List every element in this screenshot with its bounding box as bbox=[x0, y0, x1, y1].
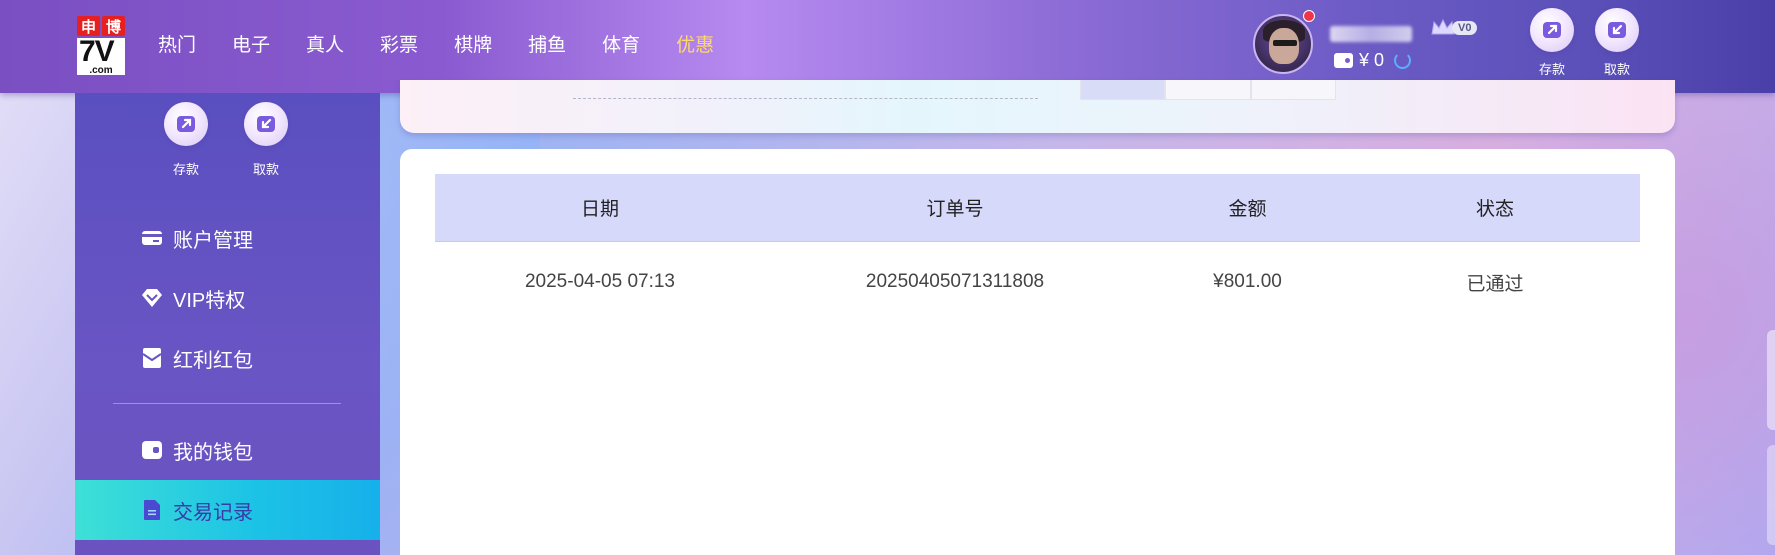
sidebar: 存款 取款 账户管理 VIP特权 红利红包 我的钱包 交易记录 bbox=[75, 93, 380, 555]
envelope-icon bbox=[141, 348, 163, 368]
vip-level: V0 bbox=[1452, 21, 1478, 35]
header-withdraw-button[interactable] bbox=[1595, 8, 1639, 52]
sidebar-item-wallet[interactable]: 我的钱包 bbox=[75, 420, 380, 480]
sidebar-withdraw-button[interactable] bbox=[244, 102, 288, 146]
card-icon bbox=[141, 228, 163, 248]
deposit-icon bbox=[1543, 22, 1561, 38]
sidebar-deposit-label: 存款 bbox=[172, 162, 199, 177]
nav-item-sports[interactable]: 体育 bbox=[602, 30, 640, 57]
wallet-icon bbox=[1334, 53, 1353, 68]
column-header-order: 订单号 bbox=[926, 199, 984, 220]
nav-item-live[interactable]: 真人 bbox=[306, 30, 344, 57]
transactions-table: 日期 订单号 金额 状态 2025-04-05 07:13 2025040507… bbox=[435, 174, 1640, 322]
vip-badge[interactable]: V0 bbox=[1430, 16, 1478, 40]
balance-value: ¥ 0 bbox=[1359, 50, 1385, 70]
wallet-icon bbox=[141, 440, 163, 460]
diamond-icon bbox=[141, 288, 163, 308]
sidebar-item-label: 账户管理 bbox=[173, 229, 253, 252]
main-nav: 热门 电子 真人 彩票 棋牌 捕鱼 体育 优惠 bbox=[158, 30, 750, 57]
column-header-status: 状态 bbox=[1475, 199, 1514, 220]
sidebar-divider bbox=[113, 403, 341, 404]
nav-item-promotions[interactable]: 优惠 bbox=[676, 30, 714, 57]
nav-item-slots[interactable]: 电子 bbox=[232, 30, 270, 57]
sidebar-deposit-button[interactable] bbox=[164, 102, 208, 146]
sidebar-item-transactions[interactable]: 交易记录 bbox=[75, 480, 380, 540]
column-header-amount: 金额 bbox=[1228, 199, 1267, 220]
deposit-icon bbox=[177, 116, 195, 132]
table-row[interactable]: 2025-04-05 07:13 20250405071311808 ¥801.… bbox=[435, 242, 1640, 322]
column-header-date: 日期 bbox=[580, 199, 619, 220]
header-deposit-button[interactable] bbox=[1530, 8, 1574, 52]
sidebar-item-account[interactable]: 账户管理 bbox=[75, 208, 380, 268]
dashed-divider bbox=[573, 98, 1038, 99]
logo-char-2: 博 bbox=[102, 16, 125, 36]
header-withdraw-label: 取款 bbox=[1603, 62, 1630, 77]
document-icon bbox=[141, 500, 163, 520]
nav-item-cards[interactable]: 棋牌 bbox=[454, 30, 492, 57]
filter-tabs bbox=[1080, 80, 1336, 100]
cell-status: 已通过 bbox=[1466, 273, 1524, 295]
sidebar-item-label: 我的钱包 bbox=[173, 441, 253, 464]
notification-dot bbox=[1303, 10, 1315, 22]
sidebar-item-label: 红利红包 bbox=[173, 349, 253, 372]
header-deposit-label: 存款 bbox=[1538, 62, 1565, 77]
avatar[interactable] bbox=[1253, 14, 1313, 74]
sidebar-item-vip[interactable]: VIP特权 bbox=[75, 268, 380, 328]
transactions-card: 日期 订单号 金额 状态 2025-04-05 07:13 2025040507… bbox=[400, 149, 1675, 555]
cell-amount: ¥801.00 bbox=[1213, 271, 1282, 292]
balance-display: ¥ 0 bbox=[1334, 50, 1412, 71]
site-logo[interactable]: 申 博 7V .com bbox=[77, 16, 125, 76]
cell-date: 2025-04-05 07:13 bbox=[524, 271, 675, 292]
sidebar-withdraw-label: 取款 bbox=[252, 162, 279, 177]
sidebar-item-label: VIP特权 bbox=[173, 289, 246, 312]
sidebar-item-label: 交易记录 bbox=[173, 501, 253, 524]
filter-tab[interactable] bbox=[1080, 80, 1166, 100]
logo-main-text: 7V bbox=[77, 37, 125, 67]
refresh-icon[interactable] bbox=[1394, 52, 1412, 69]
filter-tab[interactable] bbox=[1250, 80, 1336, 100]
sidebar-item-bonus[interactable]: 红利红包 bbox=[75, 328, 380, 388]
nav-item-hot[interactable]: 热门 bbox=[158, 30, 196, 57]
withdraw-icon bbox=[1608, 22, 1626, 38]
cell-order-number: 20250405071311808 bbox=[865, 271, 1045, 292]
withdraw-icon bbox=[257, 116, 275, 132]
table-header: 日期 订单号 金额 状态 bbox=[435, 174, 1640, 242]
filter-card bbox=[400, 80, 1675, 133]
logo-char-1: 申 bbox=[77, 16, 100, 36]
username-blurred bbox=[1330, 26, 1412, 42]
filter-tab[interactable] bbox=[1165, 80, 1251, 100]
nav-item-fishing[interactable]: 捕鱼 bbox=[528, 30, 566, 57]
nav-item-lottery[interactable]: 彩票 bbox=[380, 30, 418, 57]
